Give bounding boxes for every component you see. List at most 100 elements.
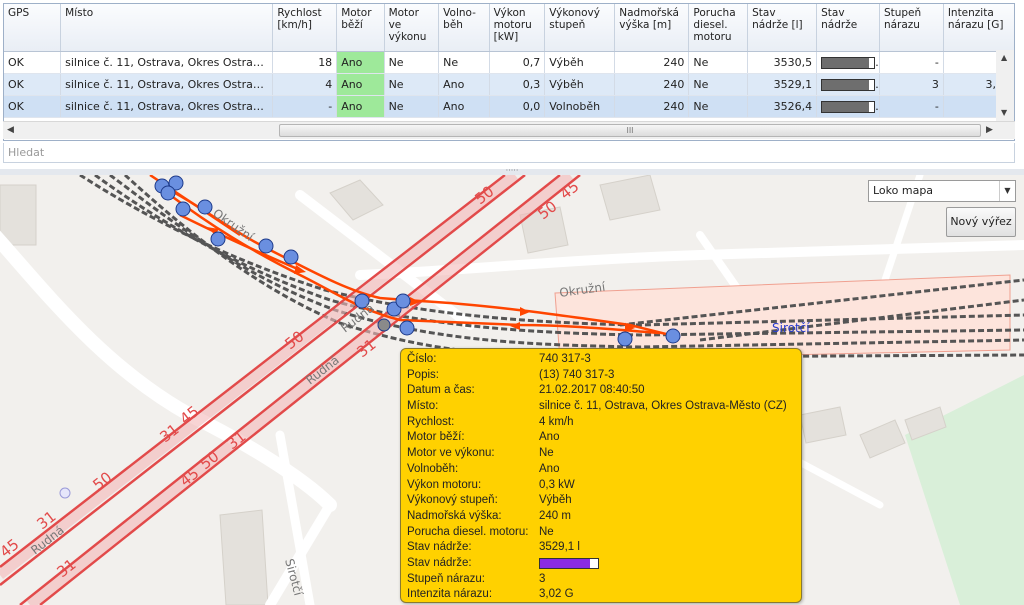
- cell-vyska: 240: [614, 51, 690, 74]
- column-header-vyska[interactable]: Nadmořská výška [m]: [614, 4, 690, 52]
- popup-label: Výkonový stupeň:: [407, 494, 498, 507]
- column-header-stav-l[interactable]: Stav nádrže [l]: [747, 4, 818, 52]
- header-row: GPS Místo Rychlost [km/h] Motor běží Motor v…: [4, 4, 1014, 52]
- column-header-gps[interactable]: GPS: [4, 4, 62, 52]
- street-label: Sirotčí: [772, 321, 810, 335]
- popup-value: Ne: [539, 447, 554, 460]
- cell-motor-ve-vykonu: Ne: [384, 73, 440, 96]
- building: [329, 179, 384, 221]
- cell-vykonovy-stupen: Výběh: [544, 73, 616, 96]
- column-header-vykonovy-stupen[interactable]: Výkonový stupeň: [544, 4, 616, 52]
- cell-volnobeh: Ano: [438, 95, 490, 118]
- cell-stav-l: 3526,4: [747, 95, 818, 118]
- cell-stupen: -: [879, 51, 944, 74]
- column-header-motor-bezi[interactable]: Motor běží: [336, 4, 385, 52]
- scroll-left-icon[interactable]: ◀: [7, 125, 14, 135]
- cell-motor-bezi: Ano: [336, 95, 385, 118]
- horizontal-scrollbar[interactable]: ◀ III ▶: [3, 121, 1015, 139]
- cell-rychlost: 4: [272, 73, 338, 96]
- cell-vyska: 240: [614, 95, 690, 118]
- scroll-down-icon[interactable]: ▼: [1001, 108, 1007, 117]
- cell-motor-ve-vykonu: Ne: [384, 95, 440, 118]
- popup-row: Výkonový stupeň: Výběh: [407, 493, 795, 509]
- tank-level-bar: [821, 56, 876, 69]
- table-row[interactable]: OK silnice č. 11, Ostrava, Okres Ostrava.…: [4, 73, 1014, 96]
- popup-row: Stupeň nárazu: 3: [407, 572, 795, 588]
- popup-row: Číslo: 740 317-3: [407, 352, 795, 368]
- table-row[interactable]: OK silnice č. 11, Ostrava, Okres Ostrava.…: [4, 51, 1014, 74]
- cell-vyska: 240: [614, 73, 690, 96]
- popup-label: Volnoběh:: [407, 462, 459, 475]
- building: [859, 419, 906, 459]
- popup-value: 4 km/h: [539, 415, 574, 428]
- popup-value: Ano: [539, 431, 560, 444]
- cell-porucha: Ne: [688, 73, 749, 96]
- cell-motor-bezi: Ano: [336, 73, 385, 96]
- cell-stupen: 3: [879, 73, 944, 96]
- popup-label: Rychlost:: [407, 415, 455, 428]
- column-header-stupen[interactable]: Stupeň nárazu: [879, 4, 944, 52]
- popup-row: Popis: (13) 740 317-3: [407, 368, 795, 384]
- cell-stav-l: 3529,1: [747, 73, 818, 96]
- tank-level-bar: [821, 100, 876, 113]
- popup-value: Výběh: [539, 494, 572, 507]
- popup-row: Nadmořská výška: 240 m: [407, 509, 795, 525]
- popup-label: Místo:: [407, 400, 439, 413]
- cell-misto: silnice č. 11, Ostrava, Okres Ostrava...: [60, 51, 274, 74]
- popup-value: 3: [539, 572, 546, 585]
- cell-vykon: 0,7: [489, 51, 546, 74]
- new-cut-button[interactable]: Nový výřez: [946, 207, 1016, 237]
- table-row[interactable]: OK silnice č. 11, Ostrava, Okres Ostrava.…: [4, 95, 1014, 118]
- data-grid: GPS Místo Rychlost [km/h] Motor běží Motor v…: [0, 0, 1024, 170]
- cell-vykonovy-stupen: Volnoběh: [544, 95, 616, 118]
- chevron-down-icon[interactable]: ▼: [999, 181, 1015, 201]
- search-input[interactable]: Hledat: [3, 143, 1015, 163]
- map-type-select[interactable]: Loko mapa ▼: [868, 180, 1016, 202]
- scroll-right-icon[interactable]: ▶: [986, 125, 993, 135]
- scroll-thumb[interactable]: III: [279, 124, 981, 137]
- popup-row: Stav nádrže:: [407, 556, 795, 572]
- map-type-value: Loko mapa: [873, 184, 934, 197]
- popup-label: Číslo:: [407, 353, 437, 365]
- popup-value: Ano: [539, 462, 560, 475]
- popup-row: Místo: silnice č. 11, Ostrava, Okres Ostr…: [407, 399, 795, 415]
- popup-label: Porucha diesel. motoru:: [407, 525, 529, 538]
- popup-label: Intenzita nárazu:: [407, 588, 493, 601]
- cell-gps: OK: [4, 95, 62, 118]
- cell-stupen: -: [879, 95, 944, 118]
- popup-row: Motor běží: Ano: [407, 430, 795, 446]
- popup-row: Motor ve výkonu: Ne: [407, 446, 795, 462]
- cell-vykon: 0,0: [489, 95, 546, 118]
- cell-gps: OK: [4, 51, 62, 74]
- popup-value: (13) 740 317-3: [539, 368, 615, 381]
- popup-row: Volnoběh: Ano: [407, 462, 795, 478]
- records-table: GPS Místo Rychlost [km/h] Motor běží Motor v…: [4, 4, 1014, 118]
- cell-gps: OK: [4, 73, 62, 96]
- popup-value: 21.02.2017 08:40:50: [539, 384, 645, 397]
- popup-value: 740 317-3: [539, 353, 591, 365]
- column-header-intenzita[interactable]: Intenzita nárazu [G]: [943, 4, 1014, 52]
- cell-stav-l: 3530,5: [747, 51, 818, 74]
- column-header-porucha[interactable]: Porucha diesel. motoru: [688, 4, 749, 52]
- column-header-volnobeh[interactable]: Volno-běh: [438, 4, 490, 52]
- cell-vykonovy-stupen: Výběh: [544, 51, 616, 74]
- column-header-vykon[interactable]: Výkon motoru [kW]: [489, 4, 546, 52]
- column-header-misto[interactable]: Místo: [60, 4, 274, 52]
- vertical-scrollbar[interactable]: ▲ ▼: [996, 50, 1014, 121]
- building: [0, 184, 37, 246]
- building: [219, 509, 269, 605]
- popup-row: Porucha diesel. motoru: Ne: [407, 525, 795, 541]
- popup-row: Rychlost: 4 km/h: [407, 415, 795, 431]
- tank-level-bar: [539, 557, 599, 569]
- popup-row: Datum a čas: 21.02.2017 08:40:50: [407, 383, 795, 399]
- popup-label: Výkon motoru:: [407, 478, 482, 491]
- column-header-stav-bar[interactable]: Stav nádrže: [816, 4, 880, 52]
- popup-label: Motor ve výkonu:: [407, 447, 495, 460]
- cell-misto: silnice č. 11, Ostrava, Okres Ostrava...: [60, 73, 274, 96]
- cell-porucha: Ne: [688, 95, 749, 118]
- popup-label: Stupeň nárazu:: [407, 572, 486, 585]
- popup-value: 240 m: [539, 509, 571, 522]
- column-header-motor-ve-vykonu[interactable]: Motor ve výkonu: [384, 4, 440, 52]
- scroll-up-icon[interactable]: ▲: [1001, 53, 1007, 62]
- column-header-rychlost[interactable]: Rychlost [km/h]: [272, 4, 338, 52]
